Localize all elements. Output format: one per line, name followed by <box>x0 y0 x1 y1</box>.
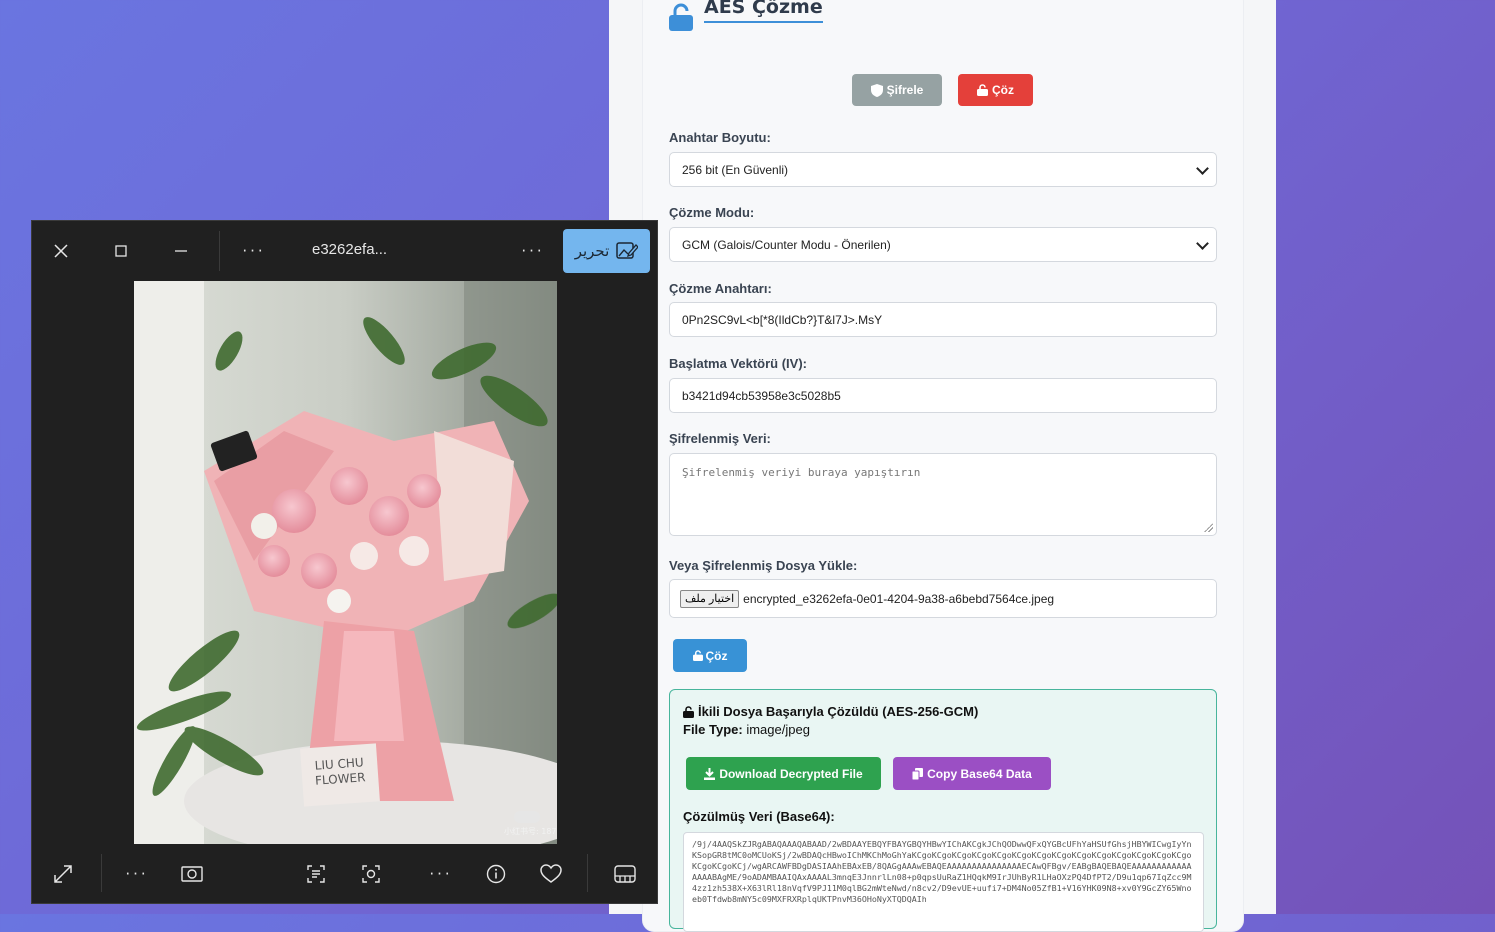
divider <box>219 231 220 271</box>
photo-viewer-window: ··· e3262efa... ··· تحرير LIU CHU FLOWER… <box>31 220 658 904</box>
edit-button-label: تحرير <box>574 242 610 260</box>
download-button[interactable]: Download Decrypted File <box>686 757 881 790</box>
edit-image-icon <box>616 242 639 259</box>
tab-decrypt[interactable]: Çöz <box>958 74 1033 106</box>
copy-button-label: Copy Base64 Data <box>927 766 1032 781</box>
resize-handle[interactable] <box>1204 523 1213 532</box>
info-icon[interactable] <box>483 862 509 886</box>
divider <box>101 854 102 892</box>
text-scan-icon[interactable] <box>303 862 329 886</box>
unlock-icon <box>692 650 703 661</box>
photo-watermark: 小红书号: 187389256 <box>504 826 557 836</box>
iv-value: b3421d94cb53958e3c5028b5 <box>682 388 841 403</box>
tab-decrypt-label: Çöz <box>992 83 1014 97</box>
download-icon <box>704 767 716 780</box>
mode-select[interactable]: GCM (Galois/Counter Modu - Önerilen) <box>669 227 1217 262</box>
unlock-icon <box>977 84 988 96</box>
key-size-label: Anahtar Boyutu: <box>669 130 771 145</box>
chevron-down-icon <box>1196 236 1209 250</box>
unlock-icon <box>683 705 694 718</box>
tab-encrypt-label: Şifrele <box>886 83 924 97</box>
iv-label: Başlatma Vektörü (IV): <box>669 356 807 371</box>
heart-icon[interactable] <box>538 862 564 886</box>
more-icon[interactable]: ··· <box>424 862 458 886</box>
copy-icon <box>912 767 924 780</box>
cipher-textarea[interactable]: Şifrelenmiş veriyi buraya yapıştırın <box>669 453 1217 536</box>
unlock-icon <box>669 3 693 31</box>
key-label: Çözme Anahtarı: <box>669 281 772 296</box>
chevron-down-icon <box>1196 161 1209 175</box>
minimize-icon[interactable] <box>168 239 194 263</box>
key-size-select[interactable]: 256 bit (En Güvenli) <box>669 152 1217 187</box>
key-size-value: 256 bit (En Güvenli) <box>682 162 789 177</box>
more-options-icon[interactable]: ··· <box>516 239 550 263</box>
file-type-label: File Type: <box>683 722 743 737</box>
iv-input[interactable]: b3421d94cb53958e3c5028b5 <box>669 378 1217 413</box>
tab-encrypt[interactable]: Şifrele <box>852 74 942 106</box>
file-label: Veya Şifrelenmiş Dosya Yükle: <box>669 558 858 573</box>
result-title-text: İkili Dosya Başarıyla Çözüldü (AES-256-G… <box>698 704 979 719</box>
cipher-placeholder: Şifrelenmiş veriyi buraya yapıştırın <box>682 466 921 479</box>
cipher-label: Şifrelenmiş Veri: <box>669 431 771 446</box>
mode-value: GCM (Galois/Counter Modu - Önerilen) <box>682 237 891 252</box>
viewer-title: e3262efa... <box>312 241 388 258</box>
base64-output[interactable]: /9j/4AAQSkZJRgABAQAAAQABAAD/2wBDAAYEBQYF… <box>683 832 1204 932</box>
result-panel: İkili Dosya Başarıyla Çözüldü (AES-256-G… <box>669 689 1217 932</box>
shield-icon <box>870 83 883 97</box>
download-button-label: Download Decrypted File <box>719 766 863 781</box>
expand-icon[interactable] <box>50 862 76 886</box>
key-input[interactable]: 0Pn2SC9vL<b[*8(IldCb?}T&l7J>.MsY <box>669 302 1217 337</box>
decrypted-data-label: Çözülmüş Veri (Base64): <box>683 809 835 824</box>
bouquet-photo: LIU CHU FLOWER 小红书号: 187389256 <box>134 281 557 844</box>
decrypt-button-label: Çöz <box>705 648 728 663</box>
choose-file-button[interactable]: اختيار ملف <box>680 589 740 608</box>
visual-search-icon[interactable] <box>358 862 384 886</box>
file-type-line: File Type: image/jpeg <box>683 722 810 737</box>
filmstrip-icon[interactable] <box>612 862 638 886</box>
maximize-icon[interactable] <box>108 239 134 263</box>
viewer-titlebar: ··· e3262efa... ··· تحرير <box>32 221 659 281</box>
file-name: encrypted_e3262efa-0e01-4204-9a38-a6bebd… <box>743 591 1055 606</box>
result-title: İkili Dosya Başarıyla Çözüldü (AES-256-G… <box>683 704 978 719</box>
key-value: 0Pn2SC9vL<b[*8(IldCb?}T&l7J>.MsY <box>682 312 883 327</box>
viewer-toolbar: ··· ··· <box>32 844 659 904</box>
more-icon[interactable]: ··· <box>120 862 154 886</box>
close-icon[interactable] <box>48 239 74 263</box>
copy-base64-button[interactable]: Copy Base64 Data <box>893 757 1051 790</box>
divider <box>587 854 588 892</box>
decrypt-button[interactable]: Çöz <box>673 639 747 672</box>
slideshow-icon[interactable] <box>179 862 205 886</box>
page-title: AES Çözme <box>704 0 823 23</box>
edit-button[interactable]: تحرير <box>563 229 650 273</box>
file-type-value: image/jpeg <box>746 722 810 737</box>
file-input[interactable]: اختيار ملف encrypted_e3262efa-0e01-4204-… <box>669 579 1217 618</box>
more-icon[interactable]: ··· <box>237 239 271 263</box>
mode-label: Çözme Modu: <box>669 205 755 220</box>
